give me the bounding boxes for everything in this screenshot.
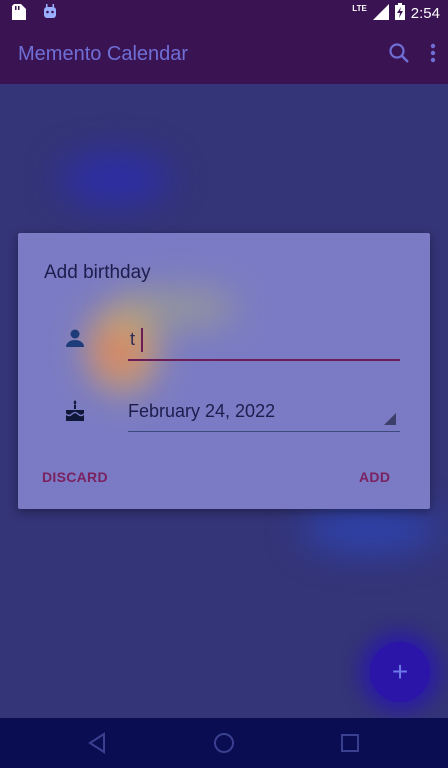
add-fab[interactable]: + bbox=[370, 642, 430, 702]
heat-glow bbox=[300, 504, 440, 554]
nav-recents-icon[interactable] bbox=[338, 731, 362, 755]
date-value: February 24, 2022 bbox=[128, 401, 276, 421]
text-cursor bbox=[141, 328, 143, 352]
person-icon bbox=[64, 327, 88, 351]
cake-icon bbox=[64, 399, 88, 423]
clock: 2:54 bbox=[410, 4, 440, 22]
add-birthday-dialog: Add birthday t February 24, 2022 DISCARD… bbox=[18, 233, 430, 509]
name-input-value: t bbox=[130, 329, 136, 349]
android-debug-icon bbox=[42, 4, 58, 23]
app-bar: Memento Calendar bbox=[0, 24, 448, 84]
nav-back-icon[interactable] bbox=[86, 731, 110, 755]
system-nav-bar bbox=[0, 718, 448, 768]
discard-button[interactable]: DISCARD bbox=[42, 469, 108, 485]
dropdown-arrow-icon bbox=[384, 413, 396, 425]
status-bar: LTE 2:54 bbox=[0, 0, 448, 24]
add-button[interactable]: ADD bbox=[359, 469, 390, 485]
lte-label: LTE bbox=[352, 3, 367, 13]
status-left bbox=[12, 4, 58, 23]
plus-icon: + bbox=[391, 656, 409, 687]
status-right: LTE 2:54 bbox=[352, 3, 440, 23]
app-actions bbox=[388, 42, 436, 69]
search-icon[interactable] bbox=[388, 42, 410, 69]
battery-charging-icon bbox=[394, 3, 405, 23]
app-title: Memento Calendar bbox=[18, 43, 189, 65]
nav-home-icon[interactable] bbox=[212, 731, 236, 755]
overflow-menu-icon[interactable] bbox=[430, 42, 436, 69]
name-input[interactable]: t bbox=[128, 325, 400, 361]
cell-signal-icon bbox=[372, 3, 389, 23]
sd-card-icon bbox=[12, 4, 26, 23]
dialog-title: Add birthday bbox=[44, 262, 151, 283]
birthday-date-picker[interactable]: February 24, 2022 bbox=[128, 395, 400, 432]
heat-glow bbox=[118, 288, 238, 328]
heat-glow bbox=[60, 154, 170, 204]
